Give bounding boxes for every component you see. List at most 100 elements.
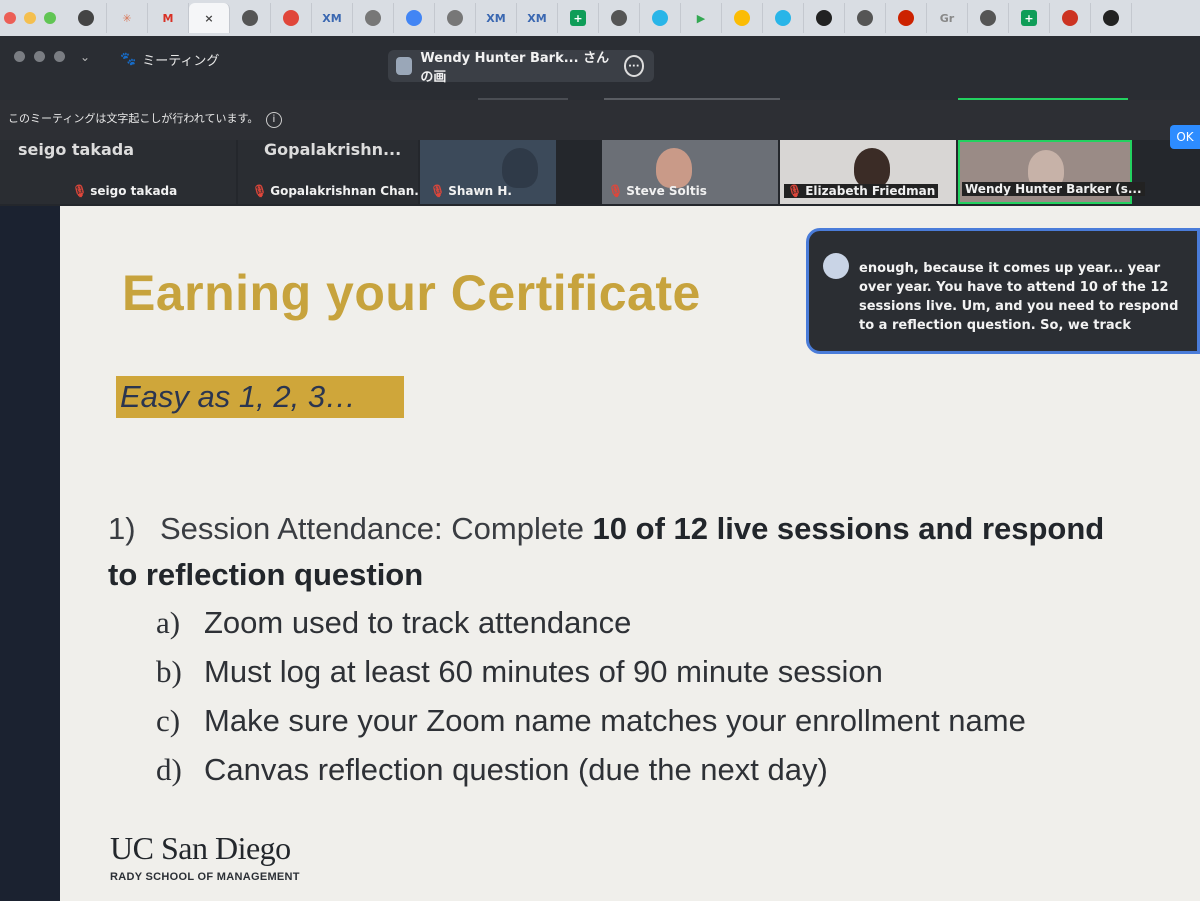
zoom-toolbar: ⌄ 🐾 ミーティング Wendy Hunter Bark... さんの画 ··· — [0, 36, 1200, 100]
mic-muted-icon: 🎙 — [430, 184, 446, 198]
participant-tile[interactable]: seigo takada 🎙 seigo takada — [0, 140, 236, 204]
ok-button[interactable]: OK — [1170, 125, 1200, 149]
mic-muted-icon: 🎙 — [252, 184, 268, 198]
caption-text: enough, because it comes up year... year… — [859, 261, 1179, 333]
play-icon: ▶ — [696, 11, 706, 25]
sharer-avatar — [396, 57, 413, 75]
close-icon: × — [204, 11, 214, 25]
gray-dot-icon — [447, 10, 463, 26]
info-icon[interactable]: i — [265, 112, 282, 128]
subpoint-text: Must log at least 60 minutes of 90 minut… — [204, 654, 883, 689]
window-controls — [4, 12, 56, 24]
browser-tab[interactable] — [763, 3, 804, 33]
participant-video — [656, 148, 692, 188]
participant-name: Gopalakrishnan Chan... — [270, 184, 428, 198]
more-options-icon[interactable]: ··· — [623, 55, 645, 77]
browser-tab[interactable] — [968, 3, 1009, 33]
browser-tab[interactable]: ✳ — [107, 3, 148, 33]
browser-tab[interactable] — [640, 3, 681, 33]
speaker-avatar — [823, 253, 849, 279]
chevron-down-icon[interactable]: ⌄ — [80, 50, 90, 64]
browser-tab[interactable]: ▶ — [681, 3, 722, 33]
subpoint-list: a) Zoom used to track attendance b) Must l… — [156, 598, 1026, 794]
participant-tile[interactable]: 🎙 Shawn H. — [420, 140, 556, 204]
claude-icon: ✳ — [122, 11, 132, 25]
browser-tab[interactable] — [886, 3, 927, 33]
browser-tab[interactable]: XM — [312, 3, 353, 33]
browser-tab[interactable]: × — [189, 3, 230, 33]
list-item: a) Zoom used to track attendance — [156, 598, 1026, 647]
live-caption-bubble[interactable]: enough, because it comes up year... year… — [806, 228, 1200, 354]
participant-tile[interactable]: Gopalakrishn... 🎙 Gopalakrishnan Chan... — [238, 140, 428, 204]
zoom-dot-icon[interactable] — [44, 12, 56, 24]
browser-tab[interactable] — [1050, 3, 1091, 33]
browser-tab[interactable] — [722, 3, 763, 33]
sheets-icon: + — [1021, 10, 1037, 26]
window-minimize-button[interactable] — [34, 51, 45, 62]
browser-tab[interactable] — [599, 3, 640, 33]
browser-tab[interactable]: + — [558, 3, 599, 33]
drive-icon — [734, 10, 750, 26]
participant-name: Shawn H. — [448, 184, 512, 198]
participant-tile-active-speaker[interactable]: Wendy Hunter Barker (s... — [958, 140, 1145, 204]
browser-tab[interactable] — [230, 3, 271, 33]
sunburst-icon — [283, 10, 299, 26]
screen-share-indicator[interactable]: Wendy Hunter Bark... さんの画 ··· — [388, 50, 654, 85]
circle-icon — [816, 10, 832, 26]
browser-tab[interactable] — [435, 3, 476, 33]
snowflake-icon — [775, 10, 791, 26]
close-dot-icon[interactable] — [4, 12, 16, 24]
globe-icon — [242, 10, 258, 26]
meeting-menu[interactable]: 🐾 ミーティング — [120, 50, 219, 69]
browser-tab[interactable]: XM — [517, 3, 558, 33]
flag-icon — [1062, 10, 1078, 26]
list-item: b) Must log at least 60 minutes of 90 min… — [156, 647, 1026, 696]
minimize-dot-icon[interactable] — [24, 12, 36, 24]
browser-tab[interactable] — [66, 3, 107, 33]
browser-tab[interactable]: M — [148, 3, 189, 33]
slide-tagline: Easy as 1, 2, 3… — [116, 376, 404, 418]
browser-tab[interactable]: + — [1009, 3, 1050, 33]
subpoint-letter: b) — [156, 654, 182, 689]
logo-sub: RADY SCHOOL OF MANAGEMENT — [110, 871, 300, 883]
browser-tab[interactable] — [271, 3, 312, 33]
participant-big-name: seigo takada — [18, 140, 135, 159]
paw-icon: 🐾 — [120, 52, 137, 67]
participant-strip: seigo takada 🎙 seigo takada Gopalakrishn.… — [0, 140, 1200, 206]
gmail-icon: M — [162, 11, 174, 25]
browser-tab[interactable]: Gr — [927, 3, 968, 33]
logo-main: UC San Diego — [110, 830, 291, 866]
mic-muted-icon: 🎙 — [72, 184, 88, 198]
xm-icon: XM — [527, 11, 547, 25]
docs-icon — [406, 10, 422, 26]
snowflake-icon — [652, 10, 668, 26]
participant-tile[interactable]: 🎙 Elizabeth Friedman — [780, 140, 956, 204]
browser-tab[interactable]: XM — [476, 3, 517, 33]
gray-dot-icon — [365, 10, 381, 26]
transcription-notice: このミーティングは文字起こしが行われています。 — [8, 112, 259, 125]
window-close-button[interactable] — [14, 51, 25, 62]
subpoint-letter: c) — [156, 703, 181, 738]
browser-tab[interactable] — [394, 3, 435, 33]
participant-name: Elizabeth Friedman — [805, 184, 936, 198]
gr-icon: Gr — [939, 11, 955, 25]
mic-muted-icon: 🎙 — [608, 184, 624, 198]
participant-name: seigo takada — [90, 184, 178, 198]
browser-tab[interactable] — [1091, 3, 1132, 33]
globe-icon — [857, 10, 873, 26]
browser-tab[interactable] — [353, 3, 394, 33]
github-icon — [1103, 10, 1119, 26]
participant-tile[interactable]: 🎙 Steve Soltis — [602, 140, 778, 204]
participant-big-name: Gopalakrishn... — [264, 140, 402, 159]
participant-name: Steve Soltis — [626, 184, 707, 198]
ucsd-logo: UC San Diego RADY SCHOOL OF MANAGEMENT — [110, 830, 300, 883]
window-zoom-button[interactable] — [54, 51, 65, 62]
browser-tab[interactable] — [845, 3, 886, 33]
participant-name: Wendy Hunter Barker (s... — [965, 182, 1142, 196]
subpoint-text: Canvas reflection question (due the next… — [204, 752, 828, 787]
browser-tab-strip: ✳ M × XM XM XM + ▶ Gr + — [0, 0, 1200, 36]
list-item: 1) Session Attendance: Complete 10 of 12 … — [108, 506, 1118, 598]
gem-icon — [898, 10, 914, 26]
browser-tab[interactable] — [804, 3, 845, 33]
xm-icon: XM — [322, 11, 342, 25]
